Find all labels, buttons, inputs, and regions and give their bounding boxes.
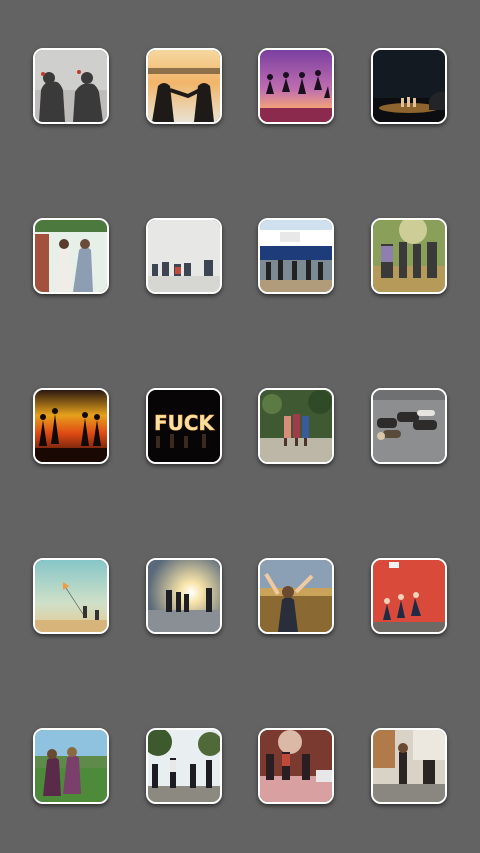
photo-tile[interactable] — [146, 728, 222, 804]
photo-thumbnail — [148, 560, 220, 632]
photo-tile[interactable] — [258, 388, 334, 464]
photo-tile[interactable] — [258, 558, 334, 634]
photo-thumbnail — [260, 560, 332, 632]
photo-tile[interactable] — [371, 388, 447, 464]
photo-thumbnail — [35, 390, 107, 462]
photo-tile[interactable] — [258, 48, 334, 124]
photo-tile[interactable] — [371, 728, 447, 804]
photo-thumbnail — [148, 730, 220, 802]
photo-thumbnail — [148, 220, 220, 292]
photo-tile[interactable] — [371, 48, 447, 124]
photo-grid: FUCK — [0, 0, 480, 853]
photo-thumbnail — [260, 220, 332, 292]
photo-tile[interactable] — [146, 218, 222, 294]
photo-thumbnail — [373, 390, 445, 462]
photo-tile[interactable] — [33, 218, 109, 294]
photo-thumbnail — [373, 560, 445, 632]
photo-tile[interactable] — [33, 388, 109, 464]
photo-tile[interactable] — [33, 558, 109, 634]
photo-tile[interactable] — [146, 48, 222, 124]
photo-tile[interactable] — [146, 558, 222, 634]
sparkler-lettering: FUCK — [154, 411, 216, 435]
photo-thumbnail — [35, 730, 107, 802]
photo-thumbnail — [373, 50, 445, 122]
photo-tile[interactable] — [258, 728, 334, 804]
photo-tile[interactable] — [33, 728, 109, 804]
photo-thumbnail — [373, 220, 445, 292]
photo-tile[interactable] — [371, 558, 447, 634]
photo-tile[interactable] — [371, 218, 447, 294]
photo-thumbnail — [260, 390, 332, 462]
photo-thumbnail: FUCK — [148, 390, 220, 462]
photo-tile[interactable] — [258, 218, 334, 294]
photo-thumbnail — [373, 730, 445, 802]
photo-thumbnail — [35, 50, 107, 122]
photo-thumbnail — [260, 730, 332, 802]
photo-tile[interactable]: FUCK — [146, 388, 222, 464]
photo-thumbnail — [148, 50, 220, 122]
photo-tile[interactable] — [33, 48, 109, 124]
photo-thumbnail — [260, 50, 332, 122]
photo-thumbnail — [35, 220, 107, 292]
photo-thumbnail — [35, 560, 107, 632]
